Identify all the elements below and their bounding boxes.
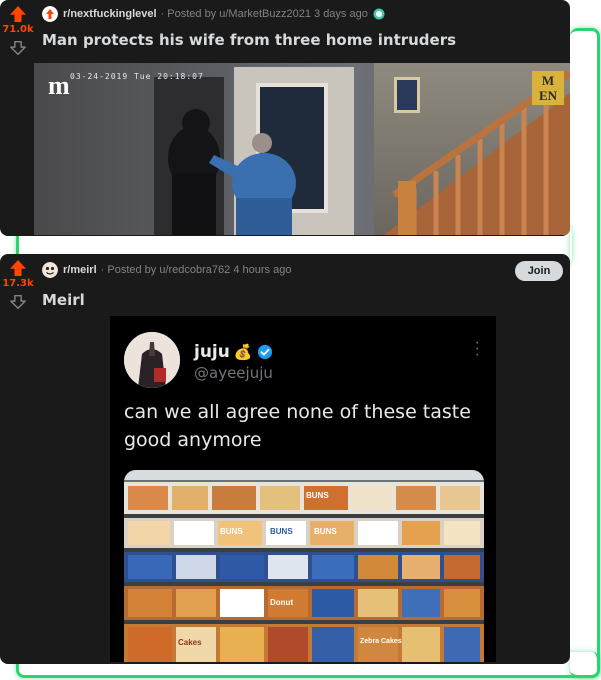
- subreddit-avatar[interactable]: [42, 6, 58, 22]
- highlight-frame-right: [570, 28, 600, 678]
- downvote-icon[interactable]: [9, 293, 27, 311]
- tweet-author-name: juju 💰: [194, 342, 273, 362]
- shelf-label: BUNS: [270, 527, 293, 536]
- tweet-image: BUNS BUNS BUNS BUNS Donut Cakes Zebra Ca…: [124, 470, 484, 662]
- tweet-text: can we all agree none of these taste goo…: [124, 401, 471, 451]
- shelf-label: Donut: [270, 598, 294, 607]
- upvote-icon[interactable]: [10, 260, 26, 276]
- shelf-label: BUNS: [306, 491, 329, 500]
- join-button[interactable]: Join: [515, 261, 563, 281]
- post-card[interactable]: 71.0k r/nextfuckinglevel · Posted by u/M…: [0, 0, 570, 236]
- subreddit-link[interactable]: r/meirl: [63, 264, 97, 276]
- posted-by: · Posted by u/MarketBuzz2021 3 days ago: [160, 8, 368, 20]
- downvote-icon[interactable]: [9, 39, 27, 57]
- scene-figures: [168, 109, 296, 235]
- scene-picture-frame: [394, 77, 420, 113]
- video-thumbnail[interactable]: m 03-24-2019 Tue 20:18:07 M EN: [34, 63, 570, 235]
- money-bag-emoji: 💰: [233, 343, 253, 361]
- video-badge-bottom: EN: [538, 88, 558, 103]
- vote-column: 71.0k: [0, 0, 36, 57]
- post-title[interactable]: Meirl: [42, 291, 85, 309]
- award-icon: [373, 8, 385, 20]
- more-options-icon[interactable]: · · ·: [475, 335, 480, 363]
- video-badge-top: M: [541, 73, 555, 88]
- store-shelves-image: [124, 470, 484, 662]
- shelf-label: BUNS: [220, 527, 243, 536]
- post-title[interactable]: Man protects his wife from three home in…: [42, 31, 456, 49]
- vote-column: 17.3k: [0, 254, 36, 311]
- shelf-label: BUNS: [314, 527, 337, 536]
- post-meta: r/nextfuckinglevel · Posted by u/MarketB…: [42, 6, 385, 22]
- tweet-author-name-text: juju: [194, 342, 230, 362]
- upvote-icon[interactable]: [10, 6, 26, 22]
- subreddit-avatar[interactable]: [42, 262, 58, 278]
- posted-by: · Posted by u/redcobra762 4 hours ago: [100, 264, 292, 276]
- vote-score: 71.0k: [2, 24, 34, 35]
- video-source-logo: m: [48, 71, 70, 100]
- shelf-label: Zebra Cakes: [360, 638, 402, 645]
- shelf-label: Cakes: [178, 638, 202, 647]
- verified-badge-icon: [257, 344, 272, 360]
- subreddit-link[interactable]: r/nextfuckinglevel: [63, 8, 157, 20]
- tweet-handle: @ayeejuju: [194, 364, 273, 382]
- video-timestamp: 03-24-2019 Tue 20:18:07: [70, 72, 204, 81]
- video-badge: M EN: [532, 71, 564, 105]
- tweet-avatar: [124, 332, 180, 388]
- tweet-screenshot[interactable]: juju 💰 @ayeejuju · · · can we all agree no…: [110, 316, 496, 662]
- vote-score: 17.3k: [2, 278, 34, 289]
- post-meta: r/meirl · Posted by u/redcobra762 4 hour…: [42, 262, 291, 278]
